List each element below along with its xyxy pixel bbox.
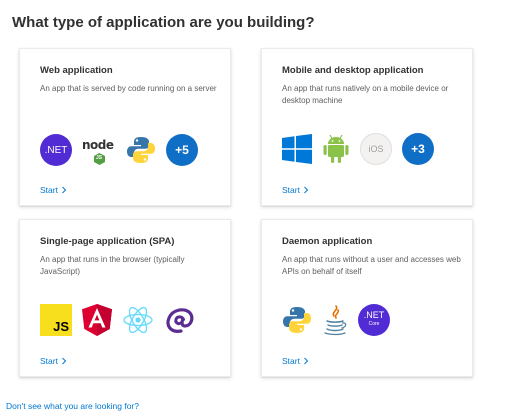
python-icon	[127, 137, 155, 163]
card-description: An app that runs in the browser (typical…	[40, 255, 185, 276]
card-icons: .NET node JS +5	[40, 133, 198, 167]
start-link[interactable]: Start	[40, 185, 67, 195]
card-description: An app that is served by code running on…	[40, 84, 217, 93]
start-link[interactable]: Start	[282, 356, 309, 366]
start-link[interactable]: Start	[282, 185, 309, 195]
chevron-right-icon	[304, 186, 309, 194]
card-mobile-desktop-application[interactable]: Mobile and desktop application An app th…	[261, 48, 473, 206]
card-title: Daemon application	[282, 236, 373, 247]
angular-icon	[82, 304, 112, 336]
card-icons: JS	[40, 304, 196, 336]
card-description: An app that runs natively on a mobile de…	[282, 84, 449, 105]
card-icons: .NET Core	[282, 304, 390, 336]
ios-icon: iOS	[360, 133, 392, 165]
nodejs-icon: node JS	[82, 133, 116, 167]
card-single-page-application[interactable]: Single-page application (SPA) An app tha…	[19, 219, 231, 377]
blazor-icon	[166, 308, 194, 333]
chevron-right-icon	[62, 357, 67, 365]
help-link[interactable]: Don't see what you are looking for?	[6, 401, 139, 411]
windows-icon	[282, 134, 312, 164]
python-icon	[283, 307, 311, 333]
javascript-icon: JS	[40, 304, 72, 336]
card-title: Single-page application (SPA)	[40, 236, 175, 247]
more-badge: +3	[402, 133, 434, 165]
chevron-right-icon	[62, 186, 67, 194]
android-icon	[323, 134, 349, 163]
card-daemon-application[interactable]: Daemon application An app that runs with…	[261, 219, 473, 377]
page-heading: What type of application are you buildin…	[12, 14, 315, 31]
card-title: Web application	[40, 65, 113, 76]
card-icons: iOS +3	[282, 133, 434, 165]
dotnet-icon: .NET	[40, 134, 72, 166]
java-icon	[324, 305, 347, 336]
start-link[interactable]: Start	[40, 356, 67, 366]
react-icon	[123, 306, 153, 334]
card-web-application[interactable]: Web application An app that is served by…	[19, 48, 231, 206]
more-badge: +5	[166, 134, 198, 166]
chevron-right-icon	[304, 357, 309, 365]
dotnet-core-icon: .NET Core	[358, 304, 390, 336]
card-title: Mobile and desktop application	[282, 65, 424, 76]
card-description: An app that runs without a user and acce…	[282, 255, 461, 276]
